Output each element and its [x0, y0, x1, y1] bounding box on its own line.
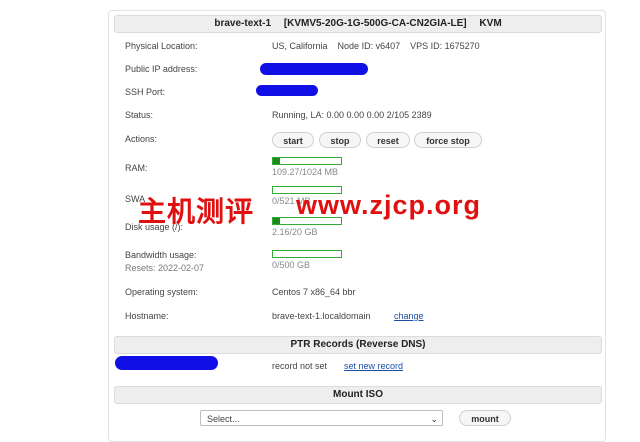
bandwidth-label: Bandwidth usage: [125, 250, 197, 260]
disk-value: 2.16/20 GB [272, 227, 318, 237]
ptr-record: record not set [272, 361, 328, 371]
hostname-label: Hostname: [125, 311, 169, 321]
iso-header: Mount ISO [114, 386, 602, 404]
ram-value: 109.27/1024 MB [272, 167, 339, 177]
location-text: US, California [272, 41, 328, 51]
ptr-ip-redaction [115, 356, 218, 370]
hostname-change-link[interactable]: change [394, 311, 424, 321]
vps-id: VPS ID: 1675270 [410, 41, 480, 51]
server-type: KVM [479, 18, 502, 29]
ram-bar [272, 157, 342, 165]
status-label: Status: [125, 110, 154, 120]
location-value: US, California Node ID: v6407 VPS ID: 16… [272, 41, 480, 51]
ssh-redaction [256, 85, 318, 96]
bandwidth-resets: Resets: 2022-02-07 [125, 263, 205, 273]
hostname-value: brave-text-1.localdomain [272, 311, 371, 321]
chevron-down-icon: ⌄ [430, 414, 438, 424]
bandwidth-bar [272, 250, 342, 258]
server-header: brave-text-1 [KVMV5-20G-1G-500G-CA-CN2GI… [114, 15, 602, 33]
iso-select[interactable]: Select... ⌄ [200, 410, 443, 426]
bandwidth-value: 0/500 GB [272, 260, 311, 270]
stop-button[interactable]: stop [319, 132, 361, 148]
ram-bar-fill [273, 158, 281, 164]
server-name: brave-text-1 [214, 18, 272, 29]
ssh-label: SSH Port: [125, 87, 166, 97]
watermark-url: www.zjcp.org [296, 190, 482, 220]
os-label: Operating system: [125, 287, 199, 297]
ptr-header: PTR Records (Reverse DNS) [114, 336, 602, 354]
location-label: Physical Location: [125, 41, 198, 51]
mount-button[interactable]: mount [459, 410, 511, 426]
os-value: Centos 7 x86_64 bbr [272, 287, 356, 297]
ram-label: RAM: [125, 163, 148, 173]
ip-redaction [260, 63, 368, 75]
start-button[interactable]: start [272, 132, 314, 148]
iso-select-value: Select... [207, 414, 240, 424]
ptr-set-link[interactable]: set new record [344, 361, 403, 371]
reset-button[interactable]: reset [366, 132, 410, 148]
watermark-cn: 主机测评 [138, 196, 255, 227]
ip-label: Public IP address: [125, 64, 198, 74]
server-plan: [KVMV5-20G-1G-500G-CA-CN2GIA-LE] [283, 18, 467, 29]
actions-label: Actions: [125, 134, 158, 144]
disk-bar-fill [273, 218, 281, 224]
force-stop-button[interactable]: force stop [414, 132, 482, 148]
node-id: Node ID: v6407 [337, 41, 401, 51]
status-value: Running, LA: 0.00 0.00 0.00 2/105 2389 [272, 110, 432, 120]
